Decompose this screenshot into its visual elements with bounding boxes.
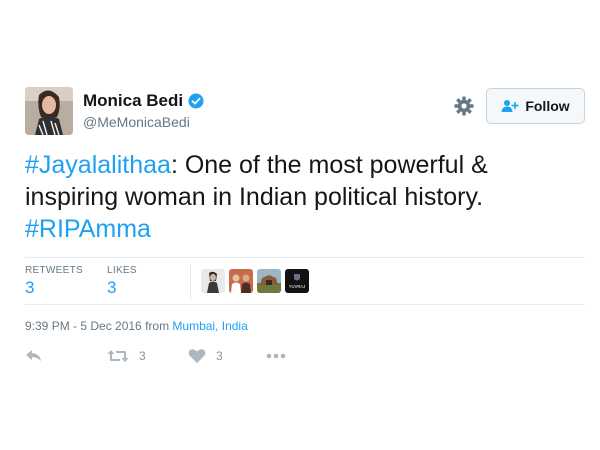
tweet-header: Monica Bedi @MeMonicaBedi Follow <box>25 87 585 137</box>
hashtag-jayalalithaa[interactable]: #Jayalalithaa <box>25 151 171 179</box>
like-button[interactable]: 3 <box>188 348 223 364</box>
more-icon <box>265 348 287 364</box>
from-text: from <box>141 319 173 333</box>
user-name[interactable]: Monica Bedi <box>83 91 183 111</box>
user-avatar[interactable] <box>25 87 73 135</box>
liker-avatar[interactable] <box>201 269 225 293</box>
follow-label: Follow <box>525 98 570 114</box>
person-add-icon <box>501 99 519 113</box>
retweets-stat[interactable]: RETWEETS 3 <box>25 265 83 298</box>
reply-button[interactable] <box>25 348 43 364</box>
hashtag-ripamma[interactable]: #RIPAmma <box>25 215 151 243</box>
tweet-timestamp-row: 9:39 PM - 5 Dec 2016 from Mumbai, India <box>25 319 248 333</box>
likes-value: 3 <box>107 278 117 297</box>
tweet-location[interactable]: Mumbai, India <box>172 319 247 333</box>
stats-divider <box>190 264 191 300</box>
tweet-timestamp[interactable]: 9:39 PM - 5 Dec 2016 <box>25 319 142 333</box>
liker-badge-text: YUVRAJ <box>289 284 306 289</box>
likers-avatars: YUVRAJ <box>201 269 309 293</box>
like-count: 3 <box>216 349 223 363</box>
heart-icon <box>188 348 206 364</box>
likes-label: LIKES <box>107 265 137 276</box>
tweet-stats: RETWEETS 3 LIKES 3 YUVRAJ <box>25 257 585 305</box>
liker-avatar[interactable] <box>229 269 253 293</box>
verified-badge-icon <box>188 93 204 109</box>
retweets-value: 3 <box>25 278 35 297</box>
likes-stat[interactable]: LIKES 3 <box>107 265 137 298</box>
avatar-photo-icon <box>25 87 73 135</box>
retweet-button[interactable]: 3 <box>107 348 146 364</box>
retweets-label: RETWEETS <box>25 265 83 276</box>
reply-icon <box>25 348 43 364</box>
follow-button[interactable]: Follow <box>486 88 585 124</box>
liker-avatar[interactable] <box>257 269 281 293</box>
tweet-text: #Jayalalithaa: One of the most powerful … <box>25 149 585 245</box>
retweet-count: 3 <box>139 349 146 363</box>
tweet-actions: 3 3 <box>25 348 325 370</box>
liker-avatar[interactable]: YUVRAJ <box>285 269 309 293</box>
user-name-block: Monica Bedi @MeMonicaBedi <box>83 91 204 130</box>
user-handle[interactable]: @MeMonicaBedi <box>83 114 204 130</box>
more-button[interactable] <box>265 348 287 364</box>
gear-icon[interactable] <box>453 95 475 117</box>
retweet-icon <box>107 348 129 364</box>
